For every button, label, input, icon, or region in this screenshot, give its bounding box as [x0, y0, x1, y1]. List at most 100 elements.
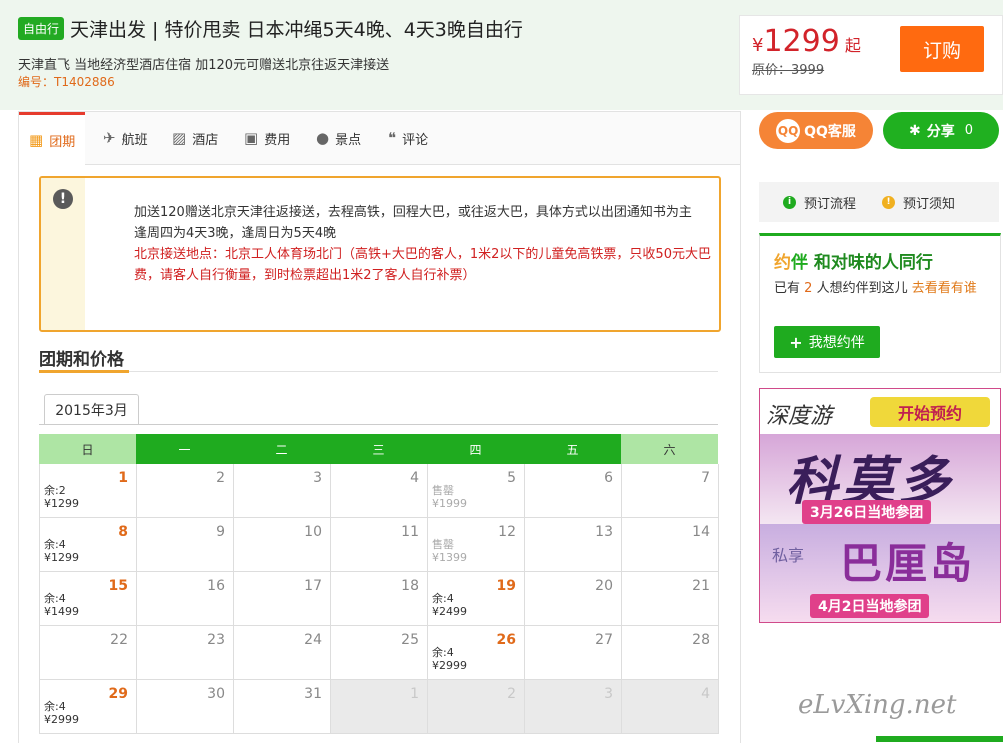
day-price: ¥2499 — [432, 605, 467, 618]
tab-label: 团期 — [49, 134, 76, 150]
calendar-header: 日一二三四五六 — [39, 434, 719, 464]
price-suffix: 起 — [844, 36, 861, 55]
ad-brand: 深度游 — [766, 404, 833, 429]
plus-icon: + — [789, 332, 803, 352]
calendar-day[interactable]: 19 余:4 ¥2499 — [427, 572, 524, 626]
booking-notes-link[interactable]: ! 预订须知 — [882, 193, 955, 212]
weekday-header: 五 — [524, 434, 621, 464]
warning-icon: ! — [882, 195, 896, 209]
day-number: 19 — [496, 578, 516, 594]
title-row: 自由行 天津出发 | 特价甩卖 日本冲绳5天4晚、4天3晚自由行 — [18, 14, 523, 42]
product-code: 编号：T1402886 — [18, 75, 115, 89]
tab-label: 费用 — [264, 132, 291, 148]
order-button[interactable]: 订购 — [900, 26, 984, 72]
customer-service-button[interactable]: QQ QQ客服 — [759, 112, 873, 149]
calendar-week: 15 余:4 ¥1499 16 17 18 19 余:4 ¥2499 20 21 — [39, 572, 719, 626]
notice-line: 加送120赠送北京天津往返接送，去程高铁，回程大巴，或往返大巴，具体方式以出团通… — [134, 205, 692, 220]
day-info: 余:4 ¥2999 — [432, 646, 467, 672]
day-number: 2 — [507, 686, 516, 702]
calendar-body: 1 余:2 ¥1299 2 3 4 5 售罄 ¥1999 6 7 8 余:4 ¥1299 9 10 11 12 售罄… — [39, 464, 719, 734]
process-label: 预订流程 — [804, 196, 857, 212]
weekday-header: 六 — [621, 434, 718, 464]
calendar-week: 1 余:2 ¥1299 2 3 4 5 售罄 ¥1999 6 7 — [39, 464, 719, 518]
calendar-week: 8 余:4 ¥1299 9 10 11 12 售罄 ¥1399 13 14 — [39, 518, 719, 572]
day-price: ¥2999 — [432, 659, 467, 672]
calendar-day[interactable]: 29 余:4 ¥2999 — [39, 680, 136, 734]
calendar-day: 1 — [330, 680, 427, 734]
find-companion-button[interactable]: + 我想约伴 — [774, 326, 880, 358]
location-icon: ● — [316, 129, 330, 147]
tab-comments[interactable]: ❝ 评论 — [388, 112, 428, 164]
calendar-icon: ▦ — [29, 131, 44, 149]
tab-schedule[interactable]: ▦ 团期 — [19, 112, 86, 165]
calendar-day: 2 — [427, 680, 524, 734]
day-number: 28 — [692, 632, 710, 648]
companion-text: 已有 2 人想约伴到这儿 去看看有谁 — [774, 281, 977, 296]
calendar-day: 20 — [524, 572, 621, 626]
ad-bali[interactable]: 私享 巴厘岛 4月2日当地参团 — [760, 524, 1000, 622]
price: ¥1299 起 — [752, 24, 861, 59]
day-number: 27 — [595, 632, 613, 648]
day-number: 24 — [304, 632, 322, 648]
ad-komodo[interactable]: 科莫多 3月26日当地参团 — [760, 434, 1000, 524]
calendar-day: 27 — [524, 626, 621, 680]
day-availability: 售罄 — [432, 538, 454, 551]
calendar-day[interactable]: 15 余:4 ¥1499 — [39, 572, 136, 626]
calendar-day: 9 — [136, 518, 233, 572]
tab-label: 酒店 — [192, 132, 219, 148]
tab-attractions[interactable]: ● 景点 — [316, 112, 361, 164]
calendar-day: 6 — [524, 464, 621, 518]
day-number: 5 — [507, 470, 516, 486]
day-number: 30 — [207, 686, 225, 702]
day-availability: 余:4 — [432, 646, 454, 659]
day-info: 余:4 ¥1299 — [44, 538, 79, 564]
calendar-day: 23 — [136, 626, 233, 680]
companion-title-text: 和对味的人同行 — [813, 253, 933, 273]
divider — [39, 371, 718, 372]
tab-flight[interactable]: ✈ 航班 — [103, 112, 148, 164]
calendar-day: 18 — [330, 572, 427, 626]
tab-cost[interactable]: ▣ 费用 — [244, 112, 290, 164]
detail-tabs: ▦ 团期 ✈ 航班 ▨ 酒店 ▣ 费用 ● 景点 ❝ 评论 — [19, 112, 740, 165]
calendar-day: 3 — [233, 464, 330, 518]
calendar-day[interactable]: 26 余:4 ¥2999 — [427, 626, 524, 680]
calendar-day: 3 — [524, 680, 621, 734]
calendar-day[interactable]: 8 余:4 ¥1299 — [39, 518, 136, 572]
day-price: ¥1999 — [432, 497, 467, 510]
day-number: 14 — [692, 524, 710, 540]
calendar-day: 24 — [233, 626, 330, 680]
day-number: 21 — [692, 578, 710, 594]
info-icon: i — [783, 195, 796, 209]
ad-start-button[interactable]: 开始预约 — [870, 397, 990, 427]
share-button[interactable]: ✱ 分享 0 — [883, 112, 999, 149]
companion-link[interactable]: 去看看有谁 — [912, 281, 977, 296]
calendar-week: 29 余:4 ¥2999 30 31 1 2 3 4 — [39, 680, 719, 734]
share-icon: ✱ — [908, 122, 921, 139]
page-title: 天津出发 | 特价甩卖 日本冲绳5天4晚、4天3晚自由行 — [70, 18, 523, 41]
companion-logo: 约伴 — [774, 253, 808, 273]
day-info: 售罄 ¥1999 — [432, 484, 467, 510]
companion-title: 约伴 和对味的人同行 — [774, 248, 933, 273]
day-price: ¥1399 — [432, 551, 467, 564]
notice-line: 逢周四为4天3晚，逢周日为5天4晚 — [134, 226, 337, 241]
day-number: 8 — [118, 524, 128, 540]
tab-hotel[interactable]: ▨ 酒店 — [172, 112, 218, 164]
calendar-day: 11 — [330, 518, 427, 572]
tab-label: 航班 — [121, 132, 148, 148]
calendar-day[interactable]: 1 余:2 ¥1299 — [39, 464, 136, 518]
notice-line-highlight: 北京接送地点：北京工人体育场北门（高铁+大巴的客人，1米2以下的儿童免高铁票，只… — [134, 247, 711, 283]
calendar-day: 14 — [621, 518, 719, 572]
calendar-day: 31 — [233, 680, 330, 734]
section-title: 团期和价格 — [39, 350, 124, 370]
day-number: 3 — [313, 470, 322, 486]
day-number: 31 — [304, 686, 322, 702]
ad-banner[interactable]: 深度游 开始预约 科莫多 3月26日当地参团 私享 巴厘岛 4月2日当地参团 — [759, 388, 1001, 623]
calendar-day: 10 — [233, 518, 330, 572]
month-tab[interactable]: 2015年3月 — [44, 394, 139, 425]
booking-process-link[interactable]: i 预订流程 — [783, 193, 856, 212]
price-box: ¥1299 起 原价：3999 订购 — [739, 15, 1003, 95]
price-amount: 1299 — [763, 24, 840, 59]
scroll-hint — [876, 736, 1003, 742]
share-count: 0 — [964, 123, 973, 138]
travel-companion-box: 约伴 和对味的人同行 已有 2 人想约伴到这儿 去看看有谁 + 我想约伴 — [759, 233, 1001, 373]
